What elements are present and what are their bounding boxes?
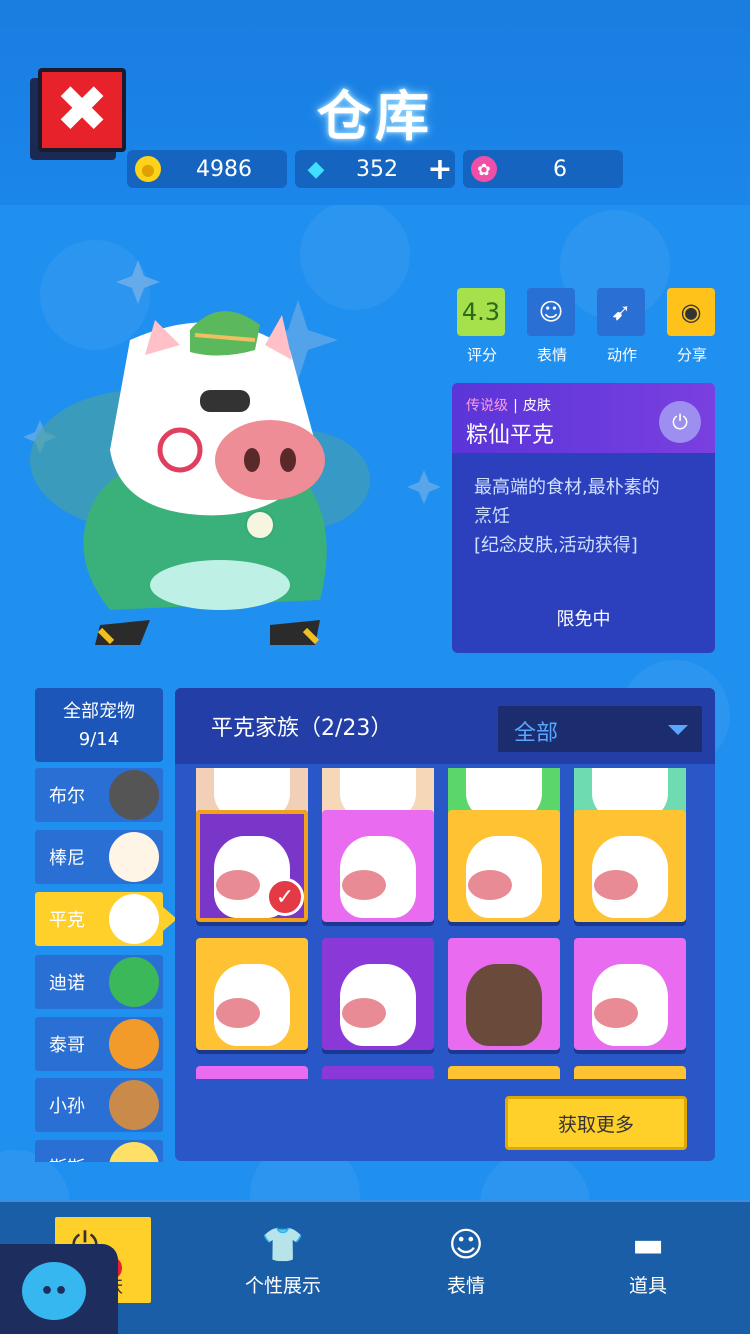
pet-item-buer[interactable]: 布尔: [35, 768, 163, 822]
diamond-icon: ◆: [307, 156, 325, 182]
snake-avatar-icon: [109, 1142, 159, 1162]
skin-panel-header: 平克家族（2/23） 全部: [175, 688, 715, 764]
filter-value: 全部: [514, 721, 559, 746]
skin-tile[interactable]: [574, 1066, 686, 1079]
chat-face-icon: ••: [22, 1262, 86, 1320]
skin-tile[interactable]: [322, 1066, 434, 1079]
pet-item-bangni[interactable]: 棒尼: [35, 830, 163, 884]
lotus-value: 6: [553, 156, 567, 182]
tiger-avatar-icon: [109, 1019, 159, 1069]
dino-avatar-icon: [109, 957, 159, 1007]
skin-rarity: 传说级: [466, 398, 508, 414]
skin-grid[interactable]: ✓: [175, 768, 715, 1079]
coin-counter: ● 4986: [127, 150, 287, 188]
pet-item-pingke[interactable]: 平克: [35, 892, 163, 946]
emote-button[interactable]: ☺ 表情: [527, 288, 577, 365]
rating-button[interactable]: 4.3 评分: [457, 288, 507, 365]
bull-avatar-icon: [109, 770, 159, 820]
skin-status: 限免中: [556, 609, 611, 630]
tab-personal-display[interactable]: 👕 个性展示: [213, 1217, 353, 1298]
skin-plug-icon: ⏻: [659, 401, 701, 443]
skin-tile[interactable]: [322, 810, 434, 922]
pet-item-dinuo[interactable]: 迪诺: [35, 955, 163, 1009]
card-icon: ▬: [631, 1225, 665, 1265]
skin-tile[interactable]: [196, 1066, 308, 1079]
add-diamond-button[interactable]: +: [425, 152, 455, 187]
lotus-icon: ✿: [471, 156, 497, 182]
pet-list: 全部宠物 9/14 布尔 棒尼 平克 迪诺 泰哥 小孙 斯斯: [35, 688, 163, 1162]
pet-all-button[interactable]: 全部宠物 9/14: [35, 688, 163, 762]
check-icon: ✓: [266, 878, 304, 916]
skin-tile[interactable]: [574, 810, 686, 922]
skin-panel: 平克家族（2/23） 全部 ✓ 获取更多: [175, 688, 715, 1161]
family-title: 平克家族（2/23）: [211, 716, 393, 741]
tab-emotes[interactable]: ☺ 表情: [396, 1217, 536, 1298]
rating-icon: 4.3: [457, 288, 505, 336]
skin-tile[interactable]: [574, 938, 686, 1050]
skin-tile[interactable]: [322, 938, 434, 1050]
filter-dropdown[interactable]: 全部: [498, 706, 702, 752]
pig-avatar-icon: [109, 894, 159, 944]
rabbit-avatar-icon: [109, 832, 159, 882]
action-bar: 4.3 评分 ☺ 表情 ➹ 动作 ◉ 分享: [455, 288, 725, 365]
coin-value: 4986: [196, 156, 252, 182]
skin-card-header: 传说级 | 皮肤 粽仙平克 ⏻: [452, 383, 715, 453]
pet-item-xiaosun[interactable]: 小孙: [35, 1078, 163, 1132]
tab-items[interactable]: ▬ 道具: [578, 1217, 718, 1298]
skin-type: 皮肤: [522, 398, 551, 414]
shirt-icon: 👕: [261, 1225, 305, 1265]
pet-item-taige[interactable]: 泰哥: [35, 1017, 163, 1071]
emote-icon: ☺: [448, 1225, 484, 1265]
chat-button[interactable]: ••: [0, 1244, 118, 1334]
page-title: 仓库: [317, 85, 433, 148]
skin-tile[interactable]: [196, 938, 308, 1050]
camera-icon: ◉: [667, 288, 715, 336]
lotus-counter: ✿ 6: [463, 150, 623, 188]
skin-tile-selected[interactable]: ✓: [196, 810, 308, 922]
chevron-down-icon: [668, 725, 688, 735]
get-more-button[interactable]: 获取更多: [505, 1096, 687, 1150]
skin-description: 最高端的食材,最朴素的 烹饪 [纪念皮肤,活动获得]: [474, 477, 660, 556]
pet-item-sisi[interactable]: 斯斯: [35, 1140, 163, 1162]
skin-tile[interactable]: [448, 938, 560, 1050]
share-button[interactable]: ◉ 分享: [667, 288, 717, 365]
coin-icon: ●: [135, 156, 161, 182]
character-preview[interactable]: [20, 260, 440, 660]
emote-icon: ☺: [527, 288, 575, 336]
header: ✖ 仓库 ● 4986 ◆ 352 + ✿ 6: [0, 0, 750, 205]
skin-tile[interactable]: [448, 810, 560, 922]
action-button[interactable]: ➹ 动作: [597, 288, 647, 365]
skin-tile[interactable]: [448, 1066, 560, 1079]
action-icon: ➹: [597, 288, 645, 336]
skin-info-card: 传说级 | 皮肤 粽仙平克 ⏻ 最高端的食材,最朴素的 烹饪 [纪念皮肤,活动获…: [452, 383, 715, 653]
diamond-value: 352: [356, 156, 398, 182]
monkey-avatar-icon: [109, 1080, 159, 1130]
diamond-counter: ◆ 352 +: [295, 150, 455, 188]
